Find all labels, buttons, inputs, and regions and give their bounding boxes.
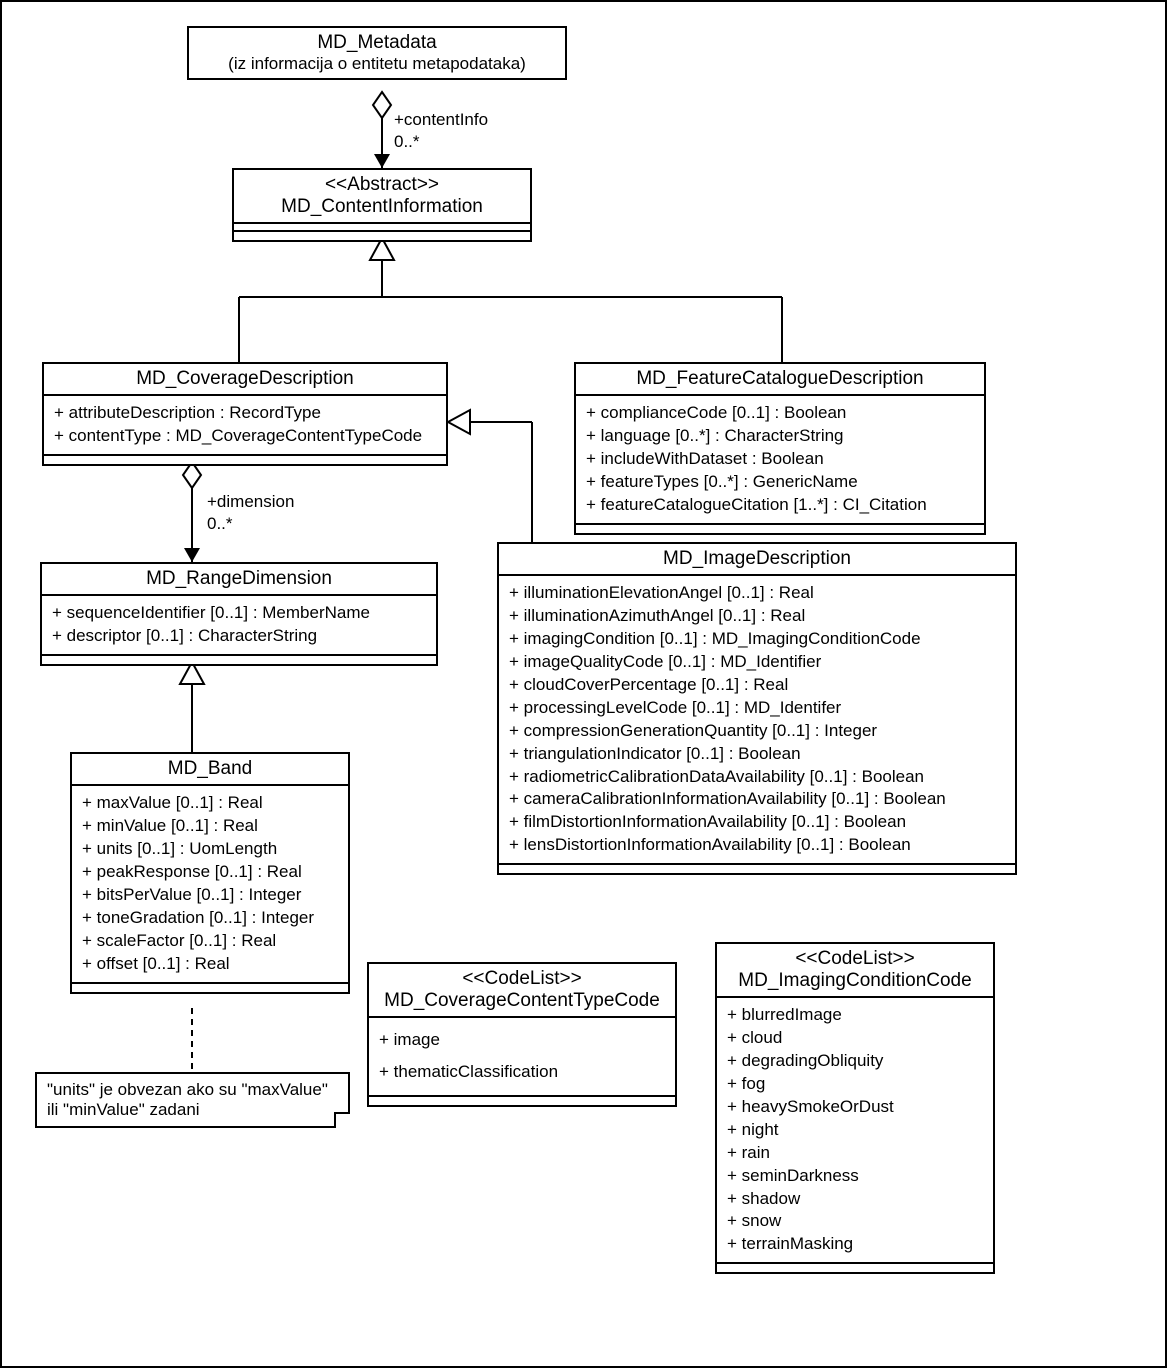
- attr: + radiometricCalibrationDataAvailability…: [509, 766, 1005, 789]
- class-md-coveragecontenttypecode: <<CodeList>> MD_CoverageContentTypeCode …: [367, 962, 677, 1107]
- attr: + cloud: [727, 1027, 983, 1050]
- class-md-imagingconditioncode: <<CodeList>> MD_ImagingConditionCode + b…: [715, 942, 995, 1274]
- class-md-band: MD_Band + maxValue [0..1] : Real + minVa…: [70, 752, 350, 994]
- class-stereotype: <<CodeList>>: [377, 968, 667, 990]
- class-stereotype: <<Abstract>>: [242, 174, 522, 196]
- class-name: MD_CoverageContentTypeCode: [377, 990, 667, 1012]
- class-stereotype: <<CodeList>>: [725, 948, 985, 970]
- attr: + seminDarkness: [727, 1165, 983, 1188]
- attr-compartment: + maxValue [0..1] : Real + minValue [0..…: [72, 786, 348, 984]
- attr: + illuminationAzimuthAngel [0..1] : Real: [509, 605, 1005, 628]
- uml-diagram: +contentInfo 0..* +dimension 0..* MD_Met…: [0, 0, 1167, 1368]
- attr: + language [0..*] : CharacterString: [586, 425, 974, 448]
- attr-compartment: + attributeDescription : RecordType + co…: [44, 396, 446, 456]
- class-md-featurecataloguedescription: MD_FeatureCatalogueDescription + complia…: [574, 362, 986, 535]
- attr: + shadow: [727, 1188, 983, 1211]
- attr: + blurredImage: [727, 1004, 983, 1027]
- attr: + heavySmokeOrDust: [727, 1096, 983, 1119]
- attr: + sequenceIdentifier [0..1] : MemberName: [52, 602, 426, 625]
- constraint-note: "units" je obvezan ako su "maxValue" ili…: [35, 1072, 350, 1128]
- attr: + fog: [727, 1073, 983, 1096]
- class-md-metadata: MD_Metadata (iz informacija o entitetu m…: [187, 26, 567, 80]
- class-name: MD_Band: [80, 758, 340, 780]
- class-md-coveragedescription: MD_CoverageDescription + attributeDescri…: [42, 362, 448, 466]
- attr: + complianceCode [0..1] : Boolean: [586, 402, 974, 425]
- note-line: "units" je obvezan ako su "maxValue": [47, 1080, 338, 1100]
- class-md-contentinformation: <<Abstract>> MD_ContentInformation: [232, 168, 532, 242]
- attr: + illuminationElevationAngel [0..1] : Re…: [509, 582, 1005, 605]
- class-md-rangedimension: MD_RangeDimension + sequenceIdentifier […: [40, 562, 438, 666]
- attr-compartment: + image + thematicClassification: [369, 1018, 675, 1097]
- class-name: MD_Metadata: [197, 32, 557, 54]
- class-name: MD_FeatureCatalogueDescription: [584, 368, 976, 390]
- attr: + triangulationIndicator [0..1] : Boolea…: [509, 743, 1005, 766]
- attr: + processingLevelCode [0..1] : MD_Identi…: [509, 697, 1005, 720]
- attr: + thematicClassification: [379, 1056, 665, 1088]
- attr: + night: [727, 1119, 983, 1142]
- attr: + lensDistortionInformationAvailability …: [509, 834, 1005, 857]
- attr: + peakResponse [0..1] : Real: [82, 861, 338, 884]
- class-name: MD_ImagingConditionCode: [725, 970, 985, 992]
- attr-compartment: + sequenceIdentifier [0..1] : MemberName…: [42, 596, 436, 656]
- attr: + attributeDescription : RecordType: [54, 402, 436, 425]
- attr: + minValue [0..1] : Real: [82, 815, 338, 838]
- label-contentinfo-mult: 0..*: [394, 132, 420, 152]
- class-name: MD_ContentInformation: [242, 196, 522, 218]
- attr: + descriptor [0..1] : CharacterString: [52, 625, 426, 648]
- attr: + includeWithDataset : Boolean: [586, 448, 974, 471]
- attr-compartment: + complianceCode [0..1] : Boolean + lang…: [576, 396, 984, 525]
- class-name: MD_CoverageDescription: [52, 368, 438, 390]
- attr: + contentType : MD_CoverageContentTypeCo…: [54, 425, 436, 448]
- class-subtitle: (iz informacija o entitetu metapodataka): [197, 54, 557, 74]
- class-name: MD_ImageDescription: [507, 548, 1007, 570]
- attr: + compressionGenerationQuantity [0..1] :…: [509, 720, 1005, 743]
- attr: + snow: [727, 1210, 983, 1233]
- class-name: MD_RangeDimension: [50, 568, 428, 590]
- attr: + imagingCondition [0..1] : MD_ImagingCo…: [509, 628, 1005, 651]
- attr-compartment: + blurredImage + cloud + degradingObliqu…: [717, 998, 993, 1264]
- attr: + image: [379, 1024, 665, 1056]
- attr: + units [0..1] : UomLength: [82, 838, 338, 861]
- attr: + toneGradation [0..1] : Integer: [82, 907, 338, 930]
- attr: + bitsPerValue [0..1] : Integer: [82, 884, 338, 907]
- attr: + imageQualityCode [0..1] : MD_Identifie…: [509, 651, 1005, 674]
- attr: + degradingObliquity: [727, 1050, 983, 1073]
- attr: + maxValue [0..1] : Real: [82, 792, 338, 815]
- label-contentinfo-role: +contentInfo: [394, 110, 488, 130]
- attr: + scaleFactor [0..1] : Real: [82, 930, 338, 953]
- note-line: ili "minValue" zadani: [47, 1100, 338, 1120]
- attr: + featureTypes [0..*] : GenericName: [586, 471, 974, 494]
- attr: + offset [0..1] : Real: [82, 953, 338, 976]
- attr: + featureCatalogueCitation [1..*] : CI_C…: [586, 494, 974, 517]
- attr: + filmDistortionInformationAvailability …: [509, 811, 1005, 834]
- class-md-imagedescription: MD_ImageDescription + illuminationElevat…: [497, 542, 1017, 875]
- attr: + cloudCoverPercentage [0..1] : Real: [509, 674, 1005, 697]
- label-dimension-mult: 0..*: [207, 514, 233, 534]
- attr-compartment: + illuminationElevationAngel [0..1] : Re…: [499, 576, 1015, 865]
- attr: + cameraCalibrationInformationAvailabili…: [509, 788, 1005, 811]
- attr: + rain: [727, 1142, 983, 1165]
- label-dimension-role: +dimension: [207, 492, 294, 512]
- attr: + terrainMasking: [727, 1233, 983, 1256]
